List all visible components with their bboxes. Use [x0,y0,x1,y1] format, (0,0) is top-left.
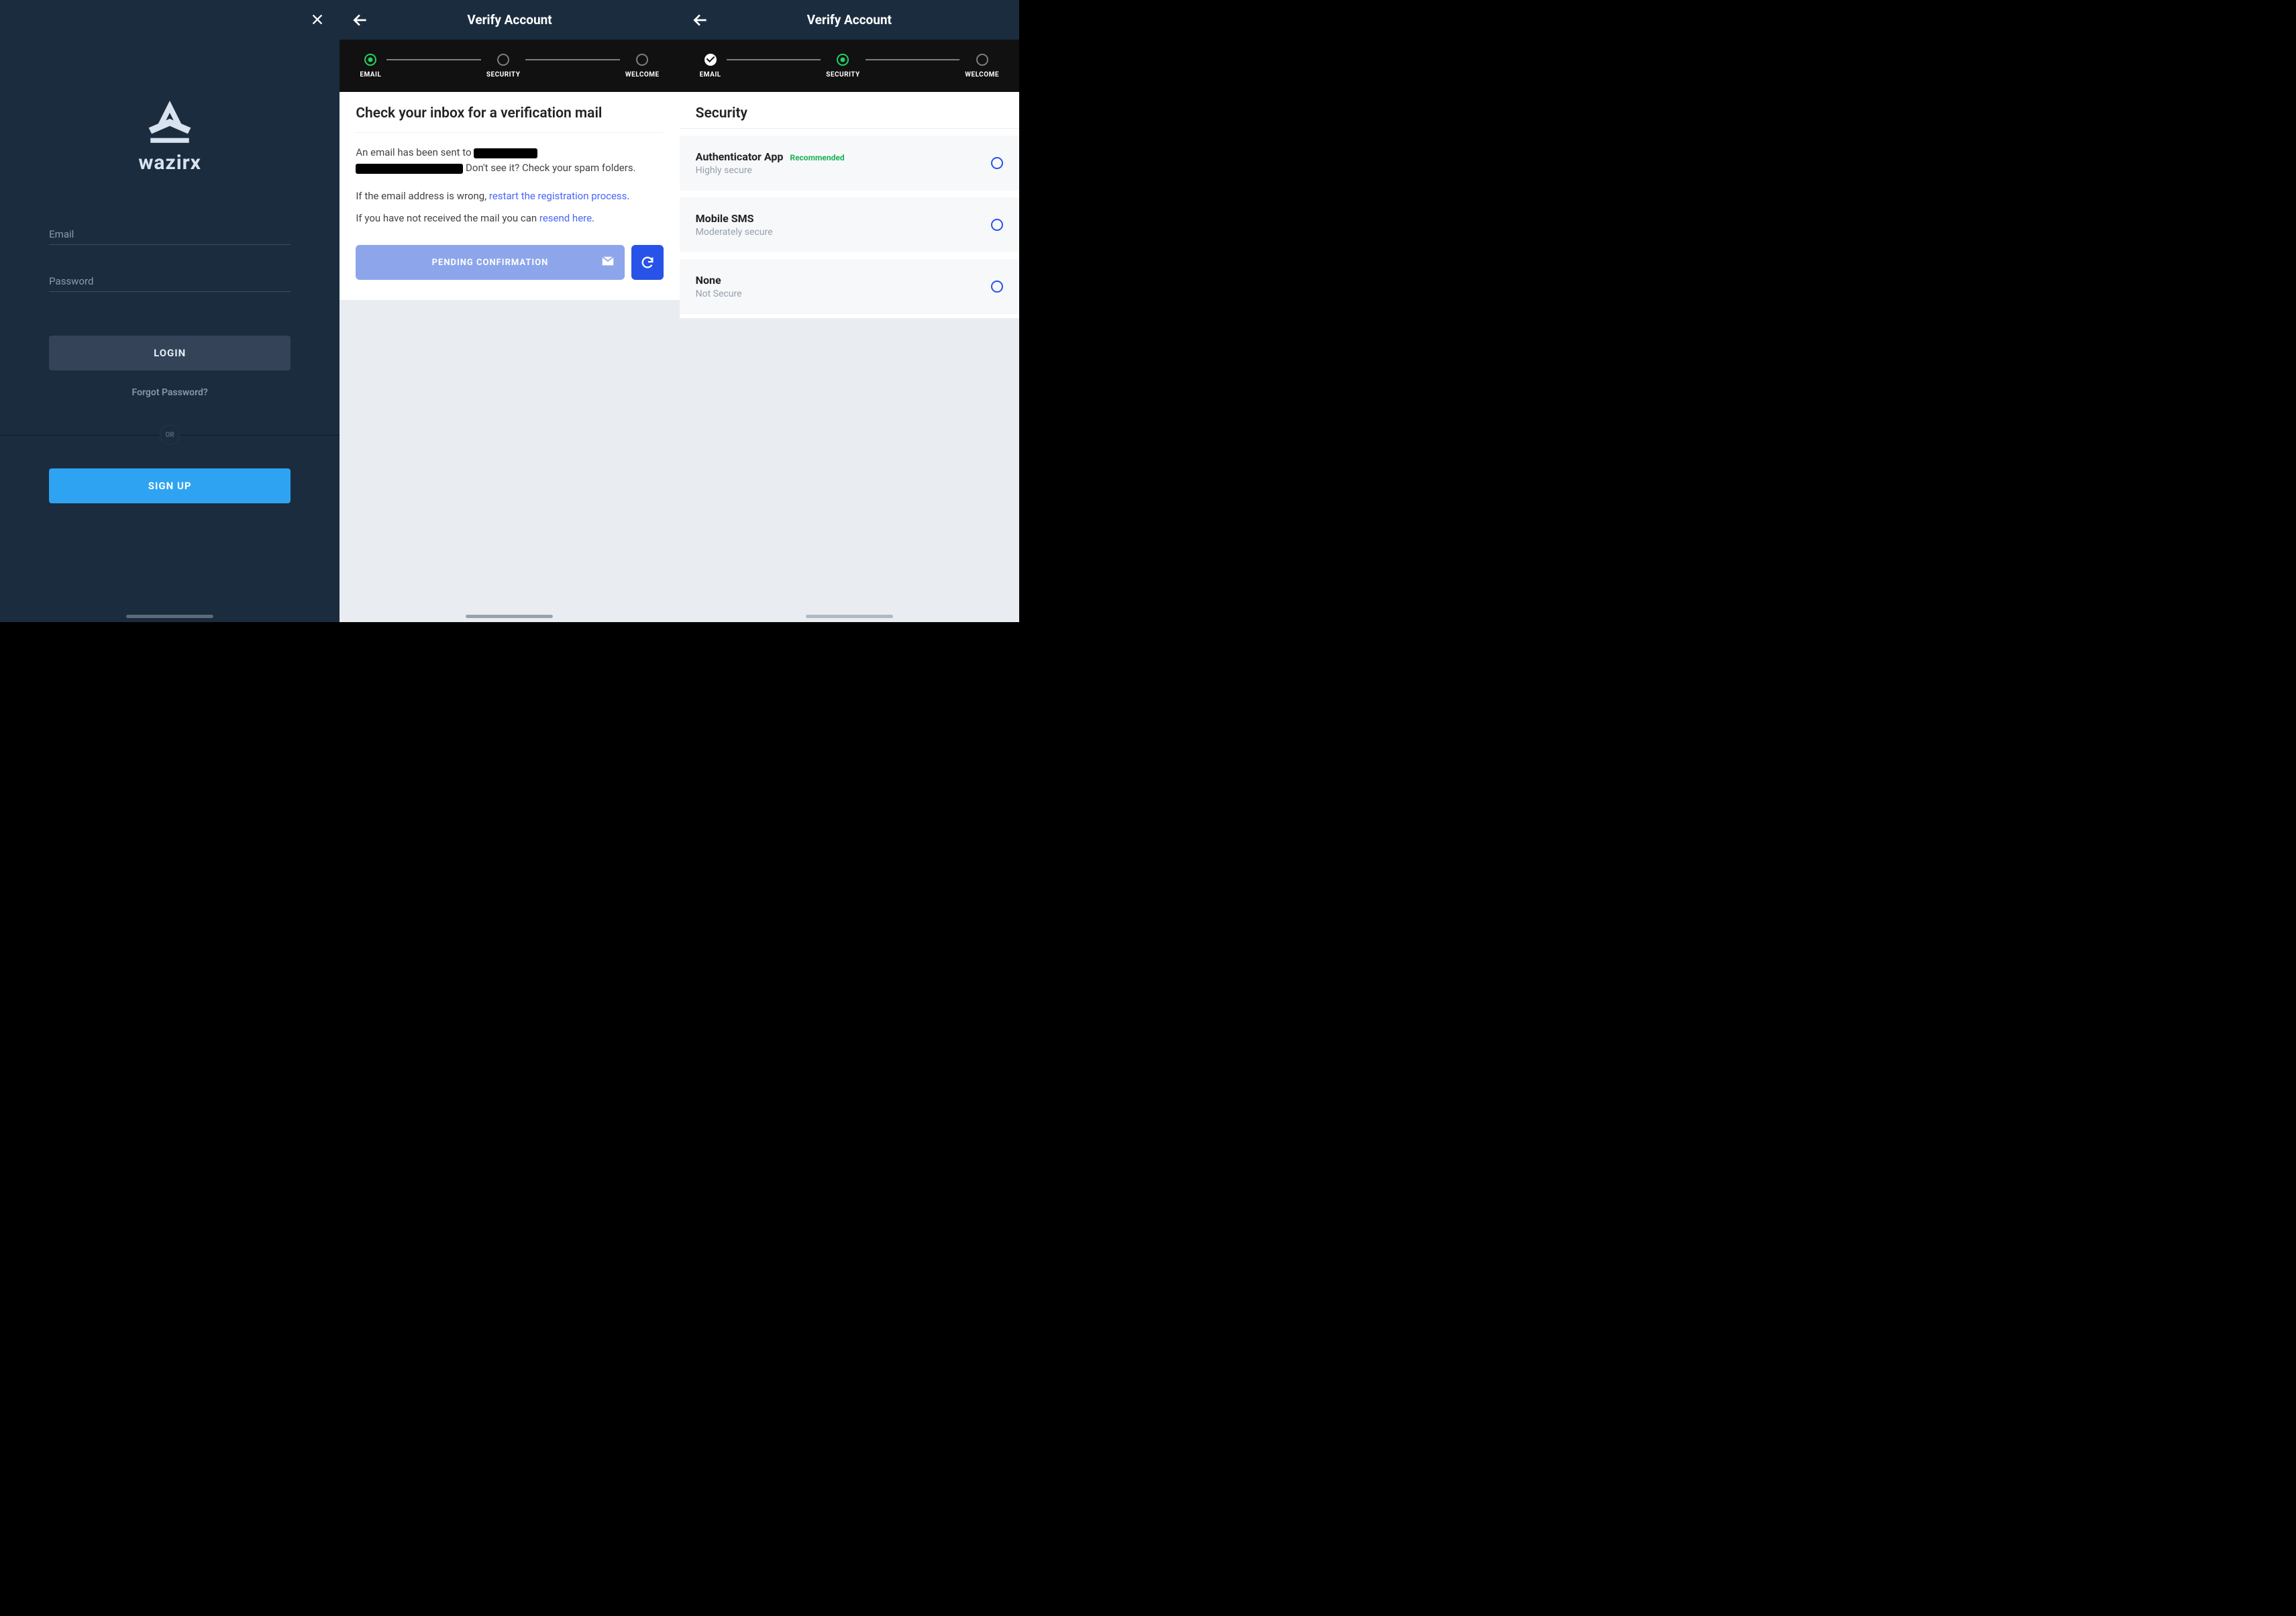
email-sent-text: An email has been sent to Don't see it? … [356,145,663,176]
signup-button[interactable]: SIGN UP [49,468,291,503]
brand-logo: wazirx [138,101,201,174]
verify-email-screen: Verify Account EMAIL SECURITY WELCOME Ch… [340,0,679,622]
progress-steps: EMAIL SECURITY WELCOME [340,40,679,92]
forgot-password-link[interactable]: Forgot Password? [132,387,208,398]
resend-link[interactable]: resend here [539,212,592,224]
refresh-button[interactable] [631,245,664,280]
login-screen: wazirx LOGIN Forgot Password? OR SIGN UP [0,0,340,622]
security-option-sms[interactable]: Mobile SMS Moderately secure [680,197,1019,252]
security-heading: Security [696,105,1003,121]
wrong-email-text: If the email address is wrong, restart t… [356,189,663,204]
security-option-none[interactable]: None Not Secure [680,259,1019,314]
password-input[interactable] [49,268,291,292]
step-welcome-indicator [976,54,988,66]
page-title: Verify Account [680,12,1019,28]
home-indicator [806,615,893,618]
login-button[interactable]: LOGIN [49,336,291,370]
radio-icon [991,219,1003,231]
brand-name: wazirx [138,151,201,174]
resend-text: If you have not received the mail you ca… [356,211,663,226]
step-security-indicator [837,54,849,66]
home-indicator [126,615,213,618]
step-welcome-indicator [636,54,648,66]
step-email-indicator [364,54,376,66]
recommended-badge: Recommended [790,153,844,162]
step-security-indicator [497,54,509,66]
back-icon[interactable] [352,11,369,29]
radio-icon [991,157,1003,169]
restart-registration-link[interactable]: restart the registration process [489,190,627,202]
security-option-authenticator[interactable]: Authenticator AppRecommended Highly secu… [680,136,1019,191]
radio-icon [991,281,1003,293]
email-input[interactable] [49,221,291,245]
page-title: Verify Account [340,12,679,28]
back-icon[interactable] [692,11,709,29]
mail-icon [601,254,615,271]
home-indicator [466,615,553,618]
redacted-email [474,148,537,158]
card-title: Check your inbox for a verification mail [356,105,663,133]
wazirx-logo-icon [140,101,200,148]
redacted-email-2 [356,164,463,174]
progress-steps: EMAIL SECURITY WELCOME [680,40,1019,92]
verify-security-screen: Verify Account EMAIL SECURITY WELCOME Se… [680,0,1019,622]
close-icon[interactable] [310,12,325,30]
pending-confirmation-button[interactable]: PENDING CONFIRMATION [356,245,624,280]
step-email-indicator [705,54,717,66]
or-separator: OR [0,425,340,445]
